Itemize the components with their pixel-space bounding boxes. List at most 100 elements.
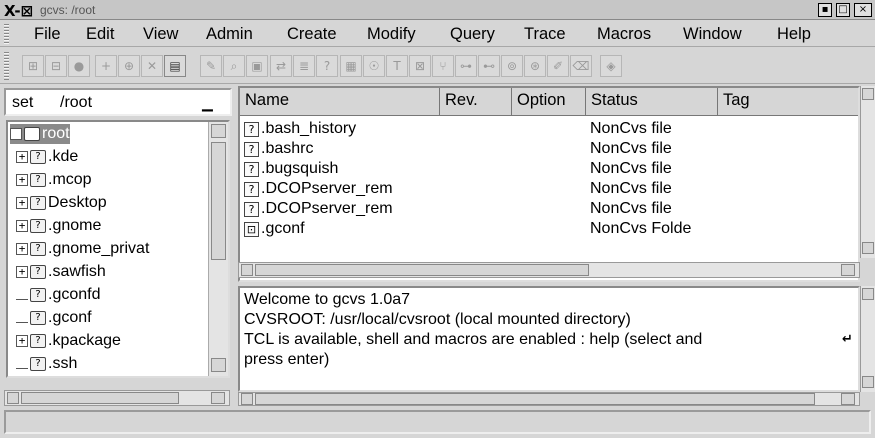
tree-scroll-thumb[interactable] — [211, 142, 226, 260]
column-header-status[interactable]: Status — [586, 88, 718, 116]
watchers-icon[interactable]: ⊛ — [524, 55, 546, 77]
eraser-icon[interactable]: ⌫ — [570, 55, 592, 77]
table-row[interactable]: ? .bashrc NonCvs file — [240, 140, 858, 160]
update-icon[interactable]: ⊞ — [22, 55, 44, 77]
lock-icon[interactable]: ⊶ — [455, 55, 477, 77]
record-icon[interactable]: ● — [68, 55, 90, 77]
expand-icon[interactable]: + — [16, 243, 28, 255]
scroll-down-arrow-icon[interactable] — [862, 242, 874, 254]
tree-item[interactable]: ? .ssh — [10, 354, 77, 374]
menu-edit[interactable]: Edit — [86, 25, 114, 44]
console-horizontal-scrollbar[interactable] — [238, 392, 860, 406]
graph-icon[interactable]: ▦ — [340, 55, 362, 77]
search-icon[interactable]: ⌕ — [223, 55, 245, 77]
menu-window[interactable]: Window — [683, 25, 742, 44]
tree-hscroll-thumb[interactable] — [21, 392, 179, 404]
tree-item[interactable]: +? .kde — [10, 147, 78, 167]
scroll-right-arrow-icon[interactable] — [211, 392, 225, 404]
tree-view-icon[interactable]: ▤ — [164, 55, 186, 77]
tree-item[interactable]: +? .gnome — [10, 216, 101, 236]
console-hscroll-thumb[interactable] — [255, 393, 815, 405]
commit-icon[interactable]: ⊟ — [45, 55, 67, 77]
view-icon[interactable]: ▣ — [246, 55, 268, 77]
tree-item[interactable]: ? .gconfd — [10, 285, 100, 305]
menu-trace[interactable]: Trace — [524, 25, 566, 44]
scroll-left-arrow-icon[interactable] — [241, 393, 253, 405]
scroll-up-arrow-icon[interactable] — [862, 88, 874, 100]
column-header-rev[interactable]: Rev. — [440, 88, 512, 116]
list-hscroll-thumb[interactable] — [255, 264, 589, 276]
tree-item[interactable]: +? Desktop — [10, 193, 107, 213]
scroll-left-arrow-icon[interactable] — [7, 392, 19, 404]
expand-icon[interactable]: + — [16, 266, 28, 278]
menu-help[interactable]: Help — [777, 25, 811, 44]
table-row[interactable]: ? .DCOPserver_rem NonCvs file — [240, 180, 858, 200]
set-combo[interactable]: set /root ▁ — [4, 88, 232, 116]
column-header-name[interactable]: Name — [240, 88, 440, 116]
combo-arrow-icon[interactable]: ▁ — [202, 96, 213, 112]
expand-icon[interactable]: + — [16, 197, 28, 209]
menu-query[interactable]: Query — [450, 25, 495, 44]
minimize-button[interactable]: ▪ — [818, 3, 832, 17]
scroll-up-arrow-icon[interactable] — [862, 288, 874, 300]
tag-icon[interactable]: T — [386, 55, 408, 77]
tree-item[interactable]: - root — [10, 124, 70, 144]
scroll-right-arrow-icon[interactable] — [841, 393, 855, 405]
scroll-down-arrow-icon[interactable] — [862, 376, 874, 388]
set-path-value[interactable]: /root — [60, 94, 92, 112]
remove-icon[interactable]: ✕ — [141, 55, 163, 77]
list-vertical-scrollbar[interactable] — [860, 86, 875, 258]
tree-item[interactable]: +? .kpackage — [10, 331, 121, 351]
toolbar-grip-icon[interactable] — [4, 52, 9, 80]
console-output[interactable]: Welcome to gcvs 1.0a7 CVSROOT: /usr/loca… — [238, 286, 860, 392]
menu-macros[interactable]: Macros — [597, 25, 651, 44]
expand-icon[interactable]: + — [16, 335, 28, 347]
title-bar[interactable]: X-⊠ gcvs: /root ▪ □ × — [0, 0, 875, 20]
menu-view[interactable]: View — [143, 25, 178, 44]
edit-icon[interactable]: ✎ — [200, 55, 222, 77]
close-button[interactable]: × — [854, 3, 872, 17]
scroll-left-arrow-icon[interactable] — [241, 264, 253, 276]
tree-item[interactable]: ? .gconf — [10, 308, 92, 328]
tree-item[interactable]: +? .sawfish — [10, 262, 106, 282]
table-row[interactable]: ? .bash_history NonCvs file — [240, 120, 858, 140]
expand-icon[interactable]: + — [16, 151, 28, 163]
scroll-up-arrow-icon[interactable] — [211, 124, 226, 138]
menu-admin[interactable]: Admin — [206, 25, 253, 44]
scroll-down-arrow-icon[interactable] — [211, 358, 226, 372]
stop-icon[interactable]: ◈ — [600, 55, 622, 77]
add-icon[interactable]: + — [95, 55, 117, 77]
tree-item[interactable]: +? .gnome_privat — [10, 239, 149, 259]
add-binary-icon[interactable]: ⊕ — [118, 55, 140, 77]
menu-modify[interactable]: Modify — [367, 25, 416, 44]
table-row[interactable]: ? .bugsquish NonCvs file — [240, 160, 858, 180]
unlock-icon[interactable]: ⊷ — [478, 55, 500, 77]
tree-horizontal-scrollbar[interactable] — [4, 390, 230, 406]
untag-icon[interactable]: ⊠ — [409, 55, 431, 77]
help-icon[interactable]: ? — [316, 55, 338, 77]
menu-create[interactable]: Create — [287, 25, 337, 44]
pencil-icon[interactable]: ✐ — [547, 55, 569, 77]
diff-icon[interactable]: ⇄ — [270, 55, 292, 77]
watch-icon[interactable]: ☉ — [363, 55, 385, 77]
menu-file[interactable]: File — [34, 25, 61, 44]
log-icon[interactable]: ≣ — [293, 55, 315, 77]
maximize-button[interactable]: □ — [836, 3, 850, 17]
column-header-tag[interactable]: Tag — [718, 88, 858, 116]
branch-icon[interactable]: ⑂ — [432, 55, 454, 77]
directory-tree[interactable]: - root +? .kde +? .mcop +? Desktop +? .gnome +? .gn… — [6, 120, 230, 378]
expand-icon[interactable]: + — [16, 220, 28, 232]
menubar-grip-icon[interactable] — [4, 24, 9, 44]
column-header-option[interactable]: Option — [512, 88, 586, 116]
tree-vertical-scrollbar[interactable] — [208, 122, 228, 376]
list-horizontal-scrollbar[interactable] — [238, 262, 860, 278]
expand-icon[interactable]: + — [16, 174, 28, 186]
table-row[interactable]: ? .DCOPserver_rem NonCvs file — [240, 200, 858, 220]
collapse-icon[interactable]: - — [10, 128, 22, 140]
tree-item[interactable]: +? .mcop — [10, 170, 92, 190]
console-vertical-scrollbar[interactable] — [860, 286, 875, 392]
scroll-right-arrow-icon[interactable] — [841, 264, 855, 276]
editors-icon[interactable]: ⊚ — [501, 55, 523, 77]
table-row[interactable]: ⊡ .gconf NonCvs Folde — [240, 220, 858, 240]
file-list[interactable]: Name Rev. Option Status Tag ? .bash_histo… — [238, 86, 860, 282]
